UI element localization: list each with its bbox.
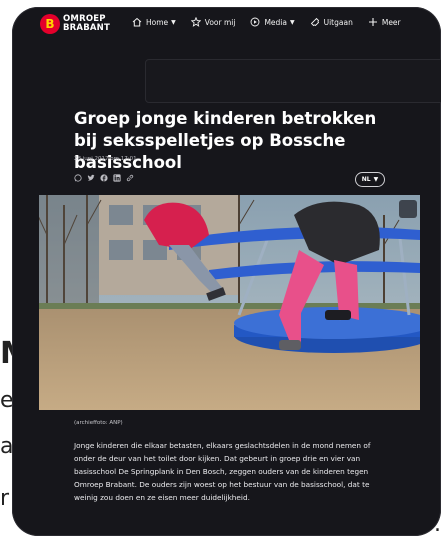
photo-caption: (archieffoto: ANP): [74, 420, 123, 426]
nav-home-label: Home: [146, 17, 169, 27]
article-title: Groep jonge kinderen betrokken bij sekss…: [74, 109, 377, 172]
nav-uitgaan[interactable]: Uitgaan: [310, 17, 353, 27]
facebook-icon[interactable]: [100, 174, 108, 182]
nav-uitgaan-label: Uitgaan: [323, 17, 353, 27]
main-nav: Home ▼ Voor mij Media ▼ Uitgaan Meer: [132, 17, 416, 27]
background-text-r: r: [0, 486, 10, 511]
language-label: NL: [361, 176, 371, 183]
omroep-brabant-logo[interactable]: B OMROEP BRABANT: [40, 14, 110, 34]
home-icon: [132, 17, 142, 27]
ad-placeholder: [145, 59, 441, 103]
nav-home[interactable]: Home ▼: [132, 17, 176, 27]
nav-meer-label: Meer: [381, 17, 401, 27]
nav-media[interactable]: Media ▼: [250, 17, 295, 27]
article-date: 28 juni 2017 om 17:01: [74, 156, 137, 162]
nav-meer[interactable]: Meer: [368, 17, 401, 27]
nav-media-label: Media: [264, 17, 287, 27]
logo-line-2: BRABANT: [63, 23, 110, 33]
article-photo: [39, 195, 420, 410]
twitter-icon[interactable]: [87, 174, 95, 182]
plus-icon: [368, 18, 377, 26]
top-navigation-bar: B OMROEP BRABANT Home ▼ Voor mij Media ▼ U…: [12, 7, 441, 45]
nav-voor-mij-label: Voor mij: [204, 17, 236, 27]
ticket-icon: [310, 17, 319, 27]
logo-wordmark: OMROEP BRABANT: [63, 15, 110, 33]
play-icon: [251, 17, 260, 27]
tablet-screen: B OMROEP BRABANT Home ▼ Voor mij Media ▼ U…: [12, 7, 441, 536]
share-bar: [74, 174, 134, 182]
link-icon[interactable]: [126, 174, 134, 182]
linkedin-icon[interactable]: [113, 174, 121, 182]
chevron-down-icon: ▼: [373, 176, 379, 183]
chevron-down-icon: ▼: [171, 18, 176, 26]
chevron-down-icon: ▼: [289, 18, 295, 26]
star-icon: [190, 17, 201, 27]
whatsapp-icon[interactable]: [74, 174, 82, 182]
article-body: Jonge kinderen die elkaar betasten, elka…: [74, 441, 371, 502]
nav-voor-mij[interactable]: Voor mij: [190, 17, 236, 27]
logo-badge: B: [40, 14, 60, 34]
language-selector[interactable]: NL ▼: [355, 172, 385, 187]
